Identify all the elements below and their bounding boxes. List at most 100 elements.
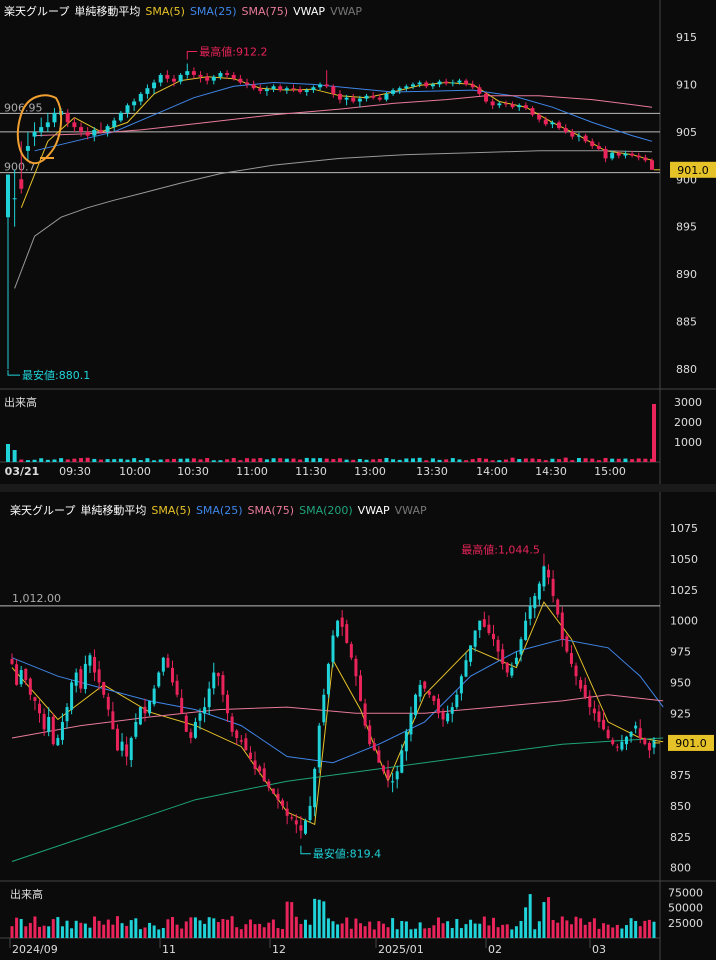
daily-volume-bar xyxy=(38,926,42,938)
intraday-volume-bar xyxy=(337,458,342,462)
intraday-volume-bar xyxy=(497,460,502,462)
daily-chart-svg[interactable]: 8008258508759009259509751000102510501075… xyxy=(0,492,716,960)
intraday-volume-bar xyxy=(517,459,522,462)
daily-candle-body xyxy=(161,657,165,672)
daily-candle-body xyxy=(33,697,37,701)
daily-volume-bar xyxy=(615,924,619,938)
intraday-volume-bar xyxy=(178,458,183,462)
daily-candle-body xyxy=(455,694,459,708)
intraday-chart-panel[interactable]: 楽天グループ 単純移動平均 SMA(5) SMA(25) SMA(75) VWAP VWAP… xyxy=(0,0,716,485)
daily-candle-body xyxy=(93,656,97,673)
intraday-candle-body xyxy=(391,90,396,94)
intraday-volume-bar xyxy=(45,459,50,462)
intraday-volume-bar xyxy=(371,459,376,462)
daily-candle-body xyxy=(459,676,463,694)
daily-candle-body xyxy=(354,658,358,677)
daily-candle-body xyxy=(547,569,551,578)
daily-candle-body xyxy=(569,653,573,664)
intraday-volume-bar xyxy=(537,459,542,462)
intraday-volume-bar xyxy=(85,457,90,462)
daily-volume-bar xyxy=(125,925,129,938)
daily-volume-bar xyxy=(267,922,271,938)
daily-candle-body xyxy=(629,731,633,737)
daily-candle-body xyxy=(574,665,578,677)
intraday-candle-body xyxy=(384,93,389,100)
daily-candle-body xyxy=(624,736,628,745)
daily-volume-bar xyxy=(519,920,523,938)
daily-volume-bar xyxy=(418,922,422,938)
daily-candle-body xyxy=(652,740,656,748)
daily-y-tick-label: 1000 xyxy=(670,615,698,628)
intraday-volume-bar xyxy=(132,458,137,462)
daily-candle-body xyxy=(336,620,340,637)
daily-volume-bar xyxy=(423,928,427,938)
daily-candle-body xyxy=(166,657,170,668)
daily-volume-bar xyxy=(216,922,220,938)
daily-series-sma200 xyxy=(11,737,664,862)
daily-y-tick-label: 950 xyxy=(670,676,691,689)
intraday-candle-body xyxy=(583,135,588,142)
intraday-candle-body xyxy=(364,95,369,99)
daily-volume-bar xyxy=(120,923,124,938)
daily-x-tick-label: 02 xyxy=(488,943,502,956)
daily-candle-body xyxy=(597,711,601,722)
daily-chart-panel[interactable]: 楽天グループ 単純移動平均 SMA(5) SMA(25) SMA(75) SMA(200)… xyxy=(0,492,716,960)
intraday-volume-bar xyxy=(357,458,362,462)
intraday-volume-bar xyxy=(231,457,236,462)
daily-volume-bar xyxy=(65,920,69,938)
intraday-volume-bar xyxy=(457,459,462,462)
daily-x-tick-label: 2024/09 xyxy=(12,943,58,956)
daily-candle-body xyxy=(395,771,399,780)
daily-candle-body xyxy=(10,659,14,664)
daily-ref-label: 1,012.00 xyxy=(12,592,61,605)
intraday-candle-body xyxy=(185,71,190,75)
intraday-volume-bar xyxy=(72,458,77,462)
daily-candle-body xyxy=(244,738,248,751)
intraday-candle-body xyxy=(45,122,50,128)
daily-candle-body xyxy=(226,694,230,714)
panel-divider xyxy=(0,484,716,492)
intraday-volume-bar xyxy=(191,458,196,462)
daily-candle-body xyxy=(60,721,64,740)
intraday-candle-body xyxy=(650,160,654,170)
daily-candle-body xyxy=(482,619,486,627)
daily-candle-body xyxy=(138,707,142,725)
daily-candle-body xyxy=(634,725,638,729)
intraday-candle-body xyxy=(590,141,595,147)
intraday-volume-bar xyxy=(630,459,635,462)
intraday-volume-bar xyxy=(158,459,163,462)
intraday-volume-bar xyxy=(311,458,316,462)
daily-volume-bar xyxy=(597,928,601,938)
daily-volume-bar xyxy=(354,918,358,938)
daily-volume-bar xyxy=(643,920,647,938)
daily-candle-body xyxy=(308,805,312,821)
intraday-volume-bar xyxy=(351,459,356,462)
daily-volume-bar xyxy=(74,920,78,938)
intraday-volume-bar xyxy=(145,458,150,462)
intraday-volume-bar xyxy=(623,458,628,462)
intraday-candle-body xyxy=(245,82,250,85)
daily-candle-body xyxy=(258,766,262,772)
daily-volume-bar xyxy=(276,928,280,938)
daily-volume-bar xyxy=(24,926,28,938)
daily-volume-bar xyxy=(88,927,92,938)
daily-candle-body xyxy=(193,721,197,738)
daily-candle-body xyxy=(299,825,303,831)
intraday-candle-body xyxy=(517,105,522,108)
daily-volume-bar xyxy=(70,928,74,938)
intraday-chart-svg[interactable]: 88088589089590090591091510002000300003/2… xyxy=(0,0,716,484)
intraday-volume-bar xyxy=(39,458,44,462)
intraday-candle-body xyxy=(138,93,143,102)
daily-candle-body xyxy=(189,732,193,738)
daily-volume-bar xyxy=(106,919,110,938)
daily-candle-body xyxy=(404,731,408,752)
intraday-candle-body xyxy=(616,152,621,156)
intraday-candle-body xyxy=(318,84,323,88)
intraday-candle-body xyxy=(331,86,336,94)
daily-candle-body xyxy=(239,740,243,742)
daily-volume-bar xyxy=(271,919,275,938)
daily-volume-bar xyxy=(638,926,642,938)
intraday-candle-body xyxy=(404,86,409,89)
intraday-candle-body xyxy=(484,93,489,102)
intraday-low-label: 最安値:880.1 xyxy=(22,368,90,382)
